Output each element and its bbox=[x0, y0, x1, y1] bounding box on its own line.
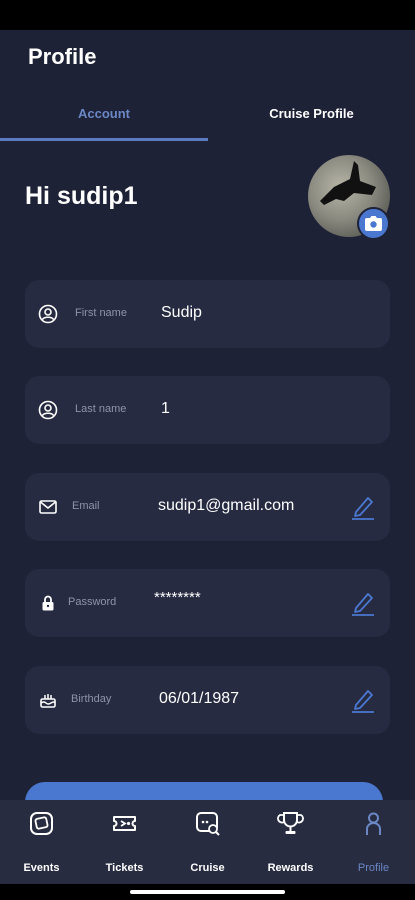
nav-item-tickets[interactable]: Tickets bbox=[83, 800, 166, 884]
first-name-field[interactable]: First name Sudip bbox=[25, 280, 390, 348]
password-field[interactable]: Password ******** bbox=[25, 569, 390, 637]
last-name-value[interactable]: 1 bbox=[161, 400, 170, 418]
envelope-icon bbox=[39, 500, 57, 514]
page-title: Profile bbox=[28, 44, 97, 69]
password-label: Password bbox=[68, 596, 117, 608]
nav-label-cruise: Cruise bbox=[190, 862, 225, 874]
active-tab-indicator bbox=[0, 138, 208, 141]
status-bar bbox=[0, 0, 415, 30]
email-label: Email bbox=[72, 500, 100, 512]
first-name-label: First name bbox=[75, 307, 127, 319]
nav-item-profile[interactable]: Profile bbox=[332, 800, 415, 884]
nav-item-rewards[interactable]: Rewards bbox=[249, 800, 332, 884]
change-photo-button[interactable] bbox=[357, 207, 390, 240]
edit-birthday-pencil-icon[interactable] bbox=[350, 686, 376, 714]
last-name-field[interactable]: Last name 1 bbox=[25, 376, 390, 444]
user-circle-icon bbox=[38, 400, 58, 420]
first-name-value[interactable]: Sudip bbox=[161, 304, 202, 322]
email-value[interactable]: sudip1@gmail.com bbox=[158, 497, 294, 515]
nav-item-cruise[interactable]: Cruise bbox=[166, 800, 249, 884]
home-indicator[interactable] bbox=[130, 890, 285, 894]
lock-icon bbox=[42, 595, 54, 611]
greeting: Hi sudip1 bbox=[25, 182, 138, 210]
last-name-label: Last name bbox=[75, 403, 127, 415]
birthday-label: Birthday bbox=[71, 693, 112, 705]
nav-label-profile: Profile bbox=[357, 862, 390, 874]
user-circle-icon bbox=[38, 304, 58, 324]
birthday-field[interactable]: Birthday 06/01/1987 bbox=[25, 666, 390, 734]
cake-icon bbox=[40, 694, 56, 708]
nav-label-rewards: Rewards bbox=[267, 862, 314, 874]
cruise-search-icon bbox=[196, 812, 220, 836]
trophy-icon bbox=[277, 812, 304, 834]
person-icon bbox=[366, 812, 381, 835]
password-value[interactable]: ******** bbox=[154, 589, 201, 606]
nav-item-events[interactable]: Events bbox=[0, 800, 83, 884]
profile-tabs: Account Cruise Profile bbox=[0, 96, 415, 142]
nav-label-tickets: Tickets bbox=[105, 862, 144, 874]
ticket-icon bbox=[113, 816, 136, 831]
bottom-nav: Events Tickets Cruise Rewards Profile bbox=[0, 800, 415, 884]
events-icon bbox=[30, 812, 53, 835]
tab-cruise-profile[interactable]: Cruise Profile bbox=[208, 96, 415, 138]
nav-label-events: Events bbox=[23, 862, 60, 874]
edit-email-pencil-icon[interactable] bbox=[350, 493, 376, 521]
birthday-value[interactable]: 06/01/1987 bbox=[159, 690, 239, 708]
email-field[interactable]: Email sudip1@gmail.com bbox=[25, 473, 390, 541]
camera-icon bbox=[365, 216, 382, 231]
edit-password-pencil-icon[interactable] bbox=[350, 589, 376, 617]
tab-account[interactable]: Account bbox=[0, 96, 208, 138]
